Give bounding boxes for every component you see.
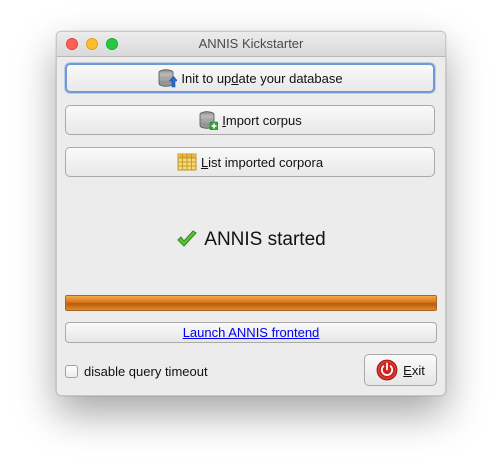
progress-fill: [66, 296, 436, 310]
status-text: ANNIS started: [204, 229, 326, 250]
import-corpus-label: Import corpus: [222, 112, 302, 128]
annis-kickstarter-window: ANNIS Kickstarter Init to update your da…: [56, 31, 446, 396]
server-status: ANNIS started: [57, 226, 445, 254]
database-add-icon: [199, 111, 219, 130]
table-icon: [177, 153, 197, 171]
database-update-icon: [159, 69, 178, 88]
exit-label: Exit: [403, 362, 425, 378]
progress-bar: [65, 295, 437, 311]
power-icon: [376, 359, 398, 381]
title-bar: ANNIS Kickstarter: [57, 32, 445, 57]
launch-frontend-button[interactable]: Launch ANNIS frontend: [65, 322, 437, 343]
init-database-button[interactable]: Init to update your database: [65, 63, 435, 93]
list-corpora-label: List imported corpora: [200, 154, 324, 170]
disable-query-timeout-label: disable query timeout: [84, 363, 208, 379]
init-database-label: Init to update your database: [181, 70, 343, 86]
import-corpus-button[interactable]: Import corpus: [65, 105, 435, 135]
window-title: ANNIS Kickstarter: [198, 36, 304, 51]
list-corpora-button[interactable]: List imported corpora: [65, 147, 435, 177]
exit-button[interactable]: Exit: [364, 354, 437, 386]
disable-query-timeout-option[interactable]: disable query timeout: [65, 363, 208, 379]
launch-frontend-link[interactable]: Launch ANNIS frontend: [183, 325, 320, 340]
disable-query-timeout-checkbox[interactable]: [65, 364, 78, 378]
checkmark-icon: [177, 230, 198, 247]
